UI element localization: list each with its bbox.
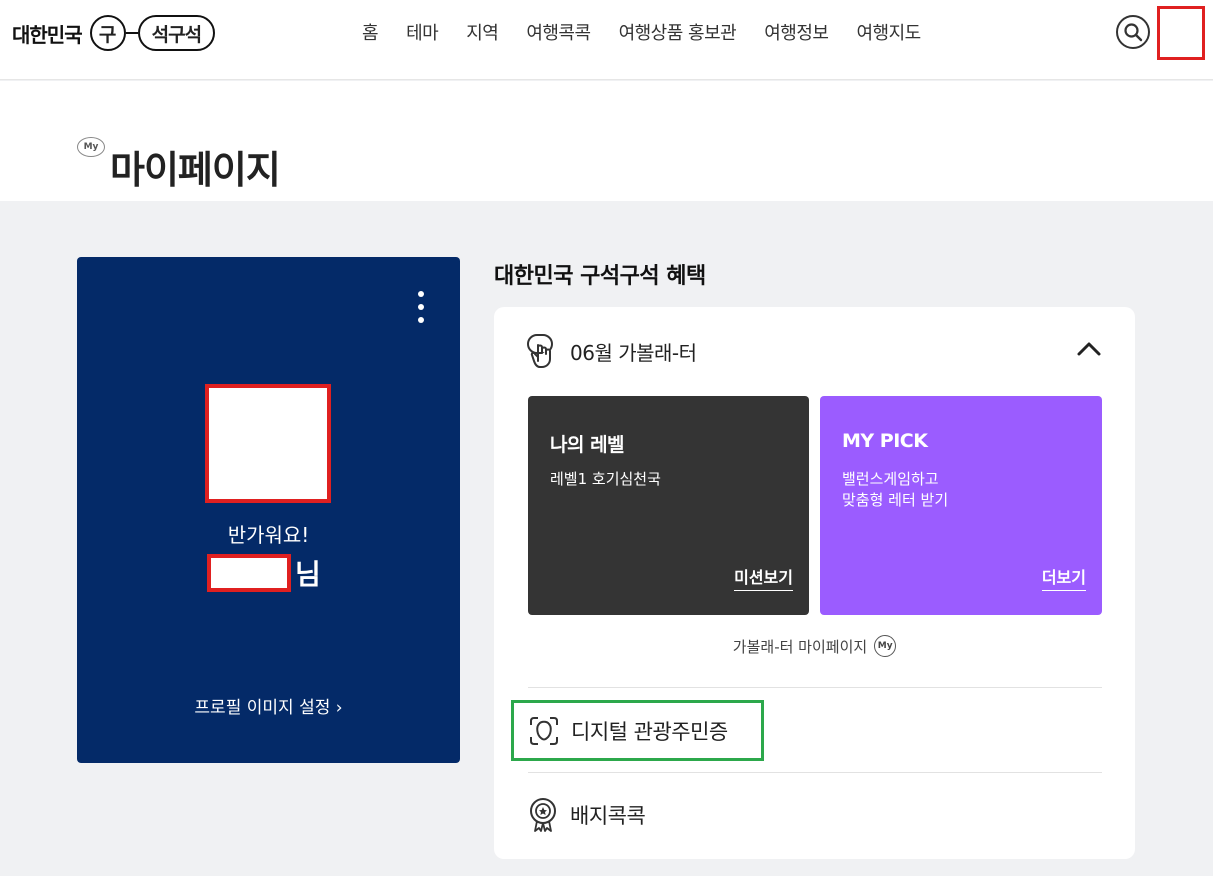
benefits-section-title: 대한민국 구석구석 혜택 xyxy=(494,264,706,289)
my-level-desc: 레벨1 호기심천국 xyxy=(550,470,661,488)
digital-tourist-id-row[interactable]: 디지털 관광주민증 xyxy=(511,700,764,761)
site-header: 대한민국 구 석구석 홈 테마 지역 여행콕콕 여행상품 홍보관 여행정보 여행… xyxy=(0,0,1213,80)
nav-item-region[interactable]: 지역 xyxy=(466,19,499,45)
nav-item-travel-map[interactable]: 여행지도 xyxy=(856,19,921,45)
accordion-label: 06월 가볼래-터 xyxy=(570,340,697,365)
profile-image-setting-link[interactable]: 프로필 이미지 설정 › xyxy=(77,693,460,718)
avatar-redacted xyxy=(205,384,331,503)
site-logo[interactable]: 대한민국 구 석구석 xyxy=(12,13,216,53)
mission-view-link[interactable]: 미션보기 xyxy=(734,564,793,591)
nav-item-travel-pick[interactable]: 여행콕콕 xyxy=(526,19,591,45)
digital-tourist-id-label: 디지털 관광주민증 xyxy=(571,719,728,744)
my-pick-title: MY PICK xyxy=(842,430,928,452)
divider xyxy=(528,687,1102,688)
profile-card: 반가워요! 님 프로필 이미지 설정 › xyxy=(77,257,460,763)
accordion-monthly-header[interactable]: 06월 가볼래-터 xyxy=(526,329,1106,373)
chevron-up-icon[interactable] xyxy=(1076,339,1102,359)
my-level-title: 나의 레벨 xyxy=(550,434,625,456)
award-badge-icon xyxy=(530,798,556,832)
my-level-card: 나의 레벨 레벨1 호기심천국 미션보기 xyxy=(528,396,809,615)
user-menu-redacted[interactable] xyxy=(1157,6,1205,60)
nav-item-home[interactable]: 홈 xyxy=(362,19,379,45)
logo-circle: 구 xyxy=(89,15,126,51)
my-pick-card: MY PICK 밸런스게임하고 맞춤형 레터 받기 더보기 xyxy=(820,396,1102,615)
touch-hand-icon xyxy=(527,334,553,368)
divider xyxy=(528,772,1102,773)
more-options-icon[interactable] xyxy=(415,291,427,323)
username-redacted xyxy=(207,554,291,592)
benefits-panel: 06월 가볼래-터 나의 레벨 레벨1 호기심천국 미션보기 MY PICK 밸… xyxy=(494,307,1135,859)
honorific-suffix: 님 xyxy=(295,558,321,591)
nav-item-theme[interactable]: 테마 xyxy=(406,19,439,45)
badge-collect-row[interactable]: 배지콕콕 xyxy=(528,793,646,837)
face-scan-icon xyxy=(530,716,558,745)
greeting-text: 반가워요! xyxy=(227,523,310,547)
page-title-band: My 마이페이지 xyxy=(0,81,1213,201)
nav-item-travel-info[interactable]: 여행정보 xyxy=(764,19,829,45)
search-icon xyxy=(1124,23,1143,42)
logo-pill: 석구석 xyxy=(137,15,216,51)
my-pick-desc: 밸런스게임하고 맞춤형 레터 받기 xyxy=(842,470,949,509)
my-speech-badge-icon: My xyxy=(77,137,105,157)
more-link[interactable]: 더보기 xyxy=(1041,564,1086,591)
logo-connector xyxy=(125,32,138,34)
page-title: 마이페이지 xyxy=(110,148,281,192)
search-button[interactable] xyxy=(1116,15,1150,49)
logo-prefix: 대한민국 xyxy=(12,22,83,47)
gabollaeter-mypage-link[interactable]: 가볼래-터 마이페이지 My xyxy=(494,635,1135,657)
main-nav: 홈 테마 지역 여행콕콕 여행상품 홍보관 여행정보 여행지도 xyxy=(348,0,935,64)
badge-collect-label: 배지콕콕 xyxy=(570,804,646,828)
gabollaeter-mypage-label: 가볼래-터 마이페이지 xyxy=(732,637,868,656)
nav-item-product-promo[interactable]: 여행상품 홍보관 xyxy=(619,19,737,45)
username: 님 xyxy=(207,553,321,593)
my-circle-icon: My xyxy=(874,635,897,657)
